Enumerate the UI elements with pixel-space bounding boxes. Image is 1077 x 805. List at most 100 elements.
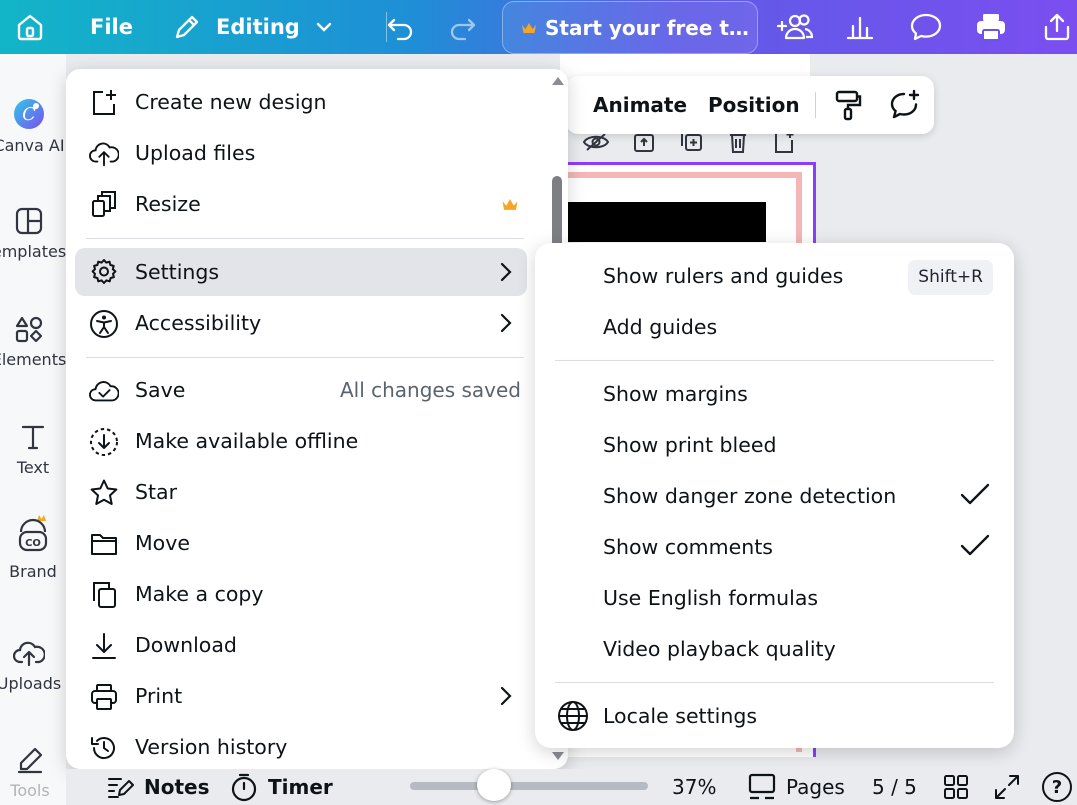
timer-button[interactable]: Timer [230, 769, 333, 805]
history-icon [89, 733, 119, 763]
comment-icon [909, 11, 943, 43]
rail-label: Elements [0, 350, 67, 369]
rail-label: Brand [9, 562, 57, 581]
menu-item-label: Make available offline [135, 429, 359, 453]
upload-share-icon [1041, 11, 1073, 43]
share-people-button[interactable] [775, 0, 815, 54]
zoom-percent[interactable]: 37% [672, 769, 716, 805]
menu-item-make-a-copy[interactable]: Make a copy [75, 570, 527, 618]
menu-item-accessibility[interactable]: Accessibility [75, 299, 527, 347]
svg-text:CO: CO [25, 538, 41, 549]
submenu-item-video-playback-quality[interactable]: Video playback quality [535, 626, 1014, 672]
menu-item-label: Make a copy [135, 582, 264, 606]
page-counter: 5 / 5 [872, 769, 917, 805]
animate-label: Animate [593, 93, 688, 117]
pages-button[interactable]: Pages [747, 769, 845, 805]
zoom-slider-track[interactable] [410, 782, 648, 790]
submenu-item-show-rulers-and-guides[interactable]: Show rulers and guides Shift+R [535, 253, 1014, 299]
rail-item-templates[interactable]: emplates [0, 206, 66, 261]
submenu-item-show-margins[interactable]: Show margins [535, 371, 1014, 417]
undo-icon [384, 12, 416, 42]
menu-item-download[interactable]: Download [75, 621, 527, 669]
submenu-item-add-guides[interactable]: Add guides [535, 304, 1014, 350]
rail-label: Canva AI [0, 136, 65, 155]
comments-button[interactable] [909, 0, 943, 54]
toolbar-divider [815, 92, 816, 118]
expand-icon [993, 773, 1021, 801]
menu-item-resize[interactable]: Resize [75, 180, 527, 228]
menu-item-upload-files[interactable]: Upload files [75, 129, 527, 177]
submenu-divider [555, 360, 994, 361]
submenu-item-show-comments[interactable]: Show comments [535, 524, 1014, 570]
pages-icon [747, 773, 777, 801]
position-button[interactable]: Position [708, 76, 800, 134]
free-trial-label: Start your free t… [545, 15, 749, 40]
submenu-item-use-english-formulas[interactable]: Use English formulas [535, 575, 1014, 621]
menu-divider [86, 357, 524, 358]
rail-item-uploads[interactable]: Uploads [0, 638, 62, 693]
editing-mode-button[interactable]: Editing [172, 0, 334, 54]
grid-view-icon [943, 774, 969, 800]
grid-view-button[interactable] [943, 769, 969, 805]
submenu-item-label: Locale settings [603, 704, 758, 728]
rail-item-brand[interactable]: CO Brand [0, 512, 66, 581]
crown-icon [521, 21, 537, 35]
notes-button[interactable]: Notes [106, 769, 210, 805]
menu-item-save[interactable]: Save All changes saved [75, 366, 527, 414]
add-comment-button[interactable] [888, 76, 922, 134]
submenu-item-show-danger-zone-detection[interactable]: Show danger zone detection [535, 473, 1014, 519]
fullscreen-button[interactable] [993, 769, 1021, 805]
free-trial-button[interactable]: Start your free t… [502, 1, 758, 54]
home-button[interactable] [14, 0, 46, 54]
chevron-down-icon [314, 17, 334, 37]
submenu-item-show-print-bleed[interactable]: Show print bleed [535, 422, 1014, 468]
animate-button[interactable]: Animate [593, 76, 687, 134]
menu-item-label: Version history [135, 735, 288, 759]
copy-style-button[interactable] [834, 76, 864, 134]
rail-item-text[interactable]: Text [0, 422, 66, 477]
undo-button[interactable] [384, 0, 416, 54]
cloud-upload-icon [89, 139, 119, 169]
menu-item-star[interactable]: Star [75, 468, 527, 516]
submenu-item-label: Show comments [603, 535, 773, 559]
menu-item-make-available-offline[interactable]: Make available offline [75, 417, 527, 465]
rail-item-elements[interactable]: Elements [0, 314, 66, 369]
menu-item-move[interactable]: Move [75, 519, 527, 567]
print-button[interactable] [974, 0, 1008, 54]
offline-icon [89, 427, 119, 457]
text-icon [18, 422, 48, 452]
share-button[interactable] [1041, 0, 1073, 54]
submenu-item-locale-settings[interactable]: Locale settings [535, 693, 1014, 739]
menu-item-label: Create new design [135, 90, 327, 114]
chevron-right-icon [499, 262, 513, 282]
submenu-item-label: Show danger zone detection [603, 484, 897, 508]
canva-ai-icon: C [13, 98, 45, 130]
menu-item-label: Move [135, 531, 190, 555]
help-button[interactable]: ? [1042, 769, 1072, 805]
pencil-icon [172, 12, 202, 42]
menu-item-create-new-design[interactable]: Create new design [75, 78, 527, 126]
resize-icon [89, 190, 119, 220]
redo-button[interactable] [447, 0, 479, 54]
menu-item-label: Upload files [135, 141, 256, 165]
design-element-box[interactable] [566, 202, 766, 242]
redo-icon [447, 12, 479, 42]
zoom-label: 37% [672, 775, 717, 799]
menu-item-print[interactable]: Print [75, 672, 527, 720]
rail-item-tools[interactable]: Tools [0, 745, 63, 800]
file-menu-button[interactable]: File [90, 0, 133, 54]
rail-label: Text [16, 458, 50, 477]
rail-label: Tools [10, 781, 50, 800]
element-toolbar: Animate Position [566, 76, 934, 134]
plus-square-icon [89, 88, 119, 118]
rail-label: emplates [0, 242, 67, 261]
submenu-item-label: Show margins [603, 382, 748, 406]
menu-item-settings[interactable]: Settings [75, 248, 527, 296]
rail-item-canva-ai[interactable]: C Canva AI [0, 98, 65, 155]
menu-item-version-history[interactable]: Version history [75, 723, 527, 769]
zoom-slider-thumb[interactable] [477, 769, 511, 801]
insights-button[interactable] [845, 0, 875, 54]
add-people-icon [775, 11, 815, 43]
menu-scrollbar-thumb[interactable] [552, 176, 562, 248]
accessibility-icon [89, 309, 119, 339]
